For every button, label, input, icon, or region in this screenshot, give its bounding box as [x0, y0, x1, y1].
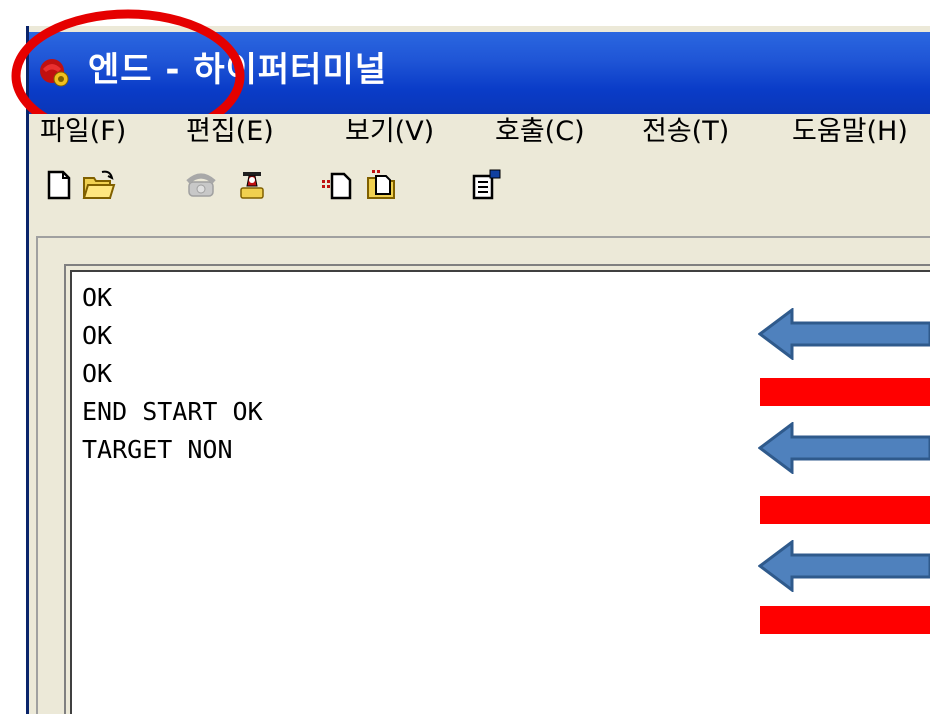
- disconnect-phone-icon[interactable]: [235, 168, 269, 202]
- receive-file-icon[interactable]: [364, 168, 398, 202]
- left-arrow-icon: [758, 308, 930, 360]
- properties-icon[interactable]: [470, 168, 504, 202]
- menu-view[interactable]: 보기(V): [345, 112, 434, 152]
- menu-transfer[interactable]: 전송(T): [642, 112, 729, 152]
- terminal-line: OK: [82, 321, 113, 350]
- hyperterminal-window: 엔드 - 하이퍼터미널 파일(F) 편집(E) 보기(V) 호출(C) 전송(T…: [0, 0, 930, 714]
- send-file-icon[interactable]: [320, 168, 354, 202]
- menu-file[interactable]: 파일(F): [40, 112, 126, 152]
- call-phone-icon[interactable]: [184, 168, 218, 202]
- menu-edit[interactable]: 편집(E): [186, 112, 274, 152]
- menu-help[interactable]: 도움말(H): [792, 112, 908, 152]
- red-marker-bar: [760, 378, 930, 406]
- red-marker-bar: [760, 606, 930, 634]
- new-document-icon[interactable]: [42, 168, 76, 202]
- terminal-line: END START OK: [82, 397, 263, 426]
- red-marker-bar: [760, 496, 930, 524]
- left-arrow-icon: [758, 540, 930, 592]
- hyperterminal-phone-icon[interactable]: [37, 55, 71, 89]
- open-folder-icon[interactable]: [82, 168, 116, 202]
- left-arrow-icon: [758, 422, 930, 474]
- terminal-line: OK: [82, 283, 113, 312]
- window-title: 엔드 - 하이퍼터미널: [88, 50, 388, 90]
- menu-call[interactable]: 호출(C): [495, 112, 585, 152]
- terminal-line: OK: [82, 359, 113, 388]
- terminal-line: TARGET NON: [82, 435, 233, 464]
